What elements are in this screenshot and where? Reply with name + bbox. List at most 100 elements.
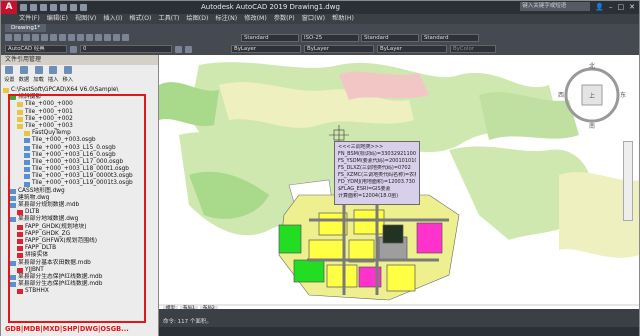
command-line[interactable]: 命令: 117 个面积。 xyxy=(159,309,639,327)
saveas-icon[interactable] xyxy=(50,4,57,11)
autocad-logo-icon[interactable]: A xyxy=(1,1,17,14)
save-icon[interactable] xyxy=(40,4,47,11)
quick-access-toolbar xyxy=(20,4,87,11)
tree-node-label: YJJBNT xyxy=(25,266,44,273)
tree-node[interactable]: 倾斜摄影 xyxy=(3,94,156,101)
tree-node[interactable]: Tile_+000_+003_L18_000t1.osgb xyxy=(3,166,156,173)
cut-icon[interactable] xyxy=(50,34,57,41)
tree-node[interactable]: Tile_+000_+001 xyxy=(3,109,156,116)
new-icon[interactable] xyxy=(5,34,12,41)
menu-parametric[interactable]: 参数(P) xyxy=(274,14,295,24)
close-button[interactable]: ✕ xyxy=(629,3,635,11)
file-icon xyxy=(24,138,30,144)
tree-node-label: 某县部分规划数据.mdb xyxy=(18,202,80,208)
menu-draw[interactable]: 绘图(D) xyxy=(186,14,208,24)
undo-icon[interactable] xyxy=(86,34,93,41)
tree-node[interactable]: 某县部分规划数据.mdb xyxy=(3,202,156,209)
layer-select[interactable]: 0 xyxy=(80,45,172,53)
preview-icon[interactable] xyxy=(41,34,48,41)
search-input[interactable]: 键入关键字或短语 xyxy=(520,2,591,11)
tree-node[interactable]: Tile_+000_+003_L15_0.osgb xyxy=(3,145,156,152)
menu-format[interactable]: 格式(O) xyxy=(129,14,151,24)
menu-dimension[interactable]: 标注(N) xyxy=(215,14,237,24)
menu-modify[interactable]: 修改(M) xyxy=(244,14,267,24)
paste-icon[interactable] xyxy=(68,34,75,41)
navigation-bar[interactable] xyxy=(623,141,633,221)
tree-node[interactable]: Tile_+000_+003_L19_0001t3.osgb xyxy=(3,180,156,187)
tree-node[interactable]: YJJBNT xyxy=(3,267,156,274)
svg-text:东: 东 xyxy=(620,91,626,99)
tree-node[interactable]: Tile_+000_+003 xyxy=(3,123,156,130)
viewcube[interactable]: 北 南 西 东 上 xyxy=(556,59,628,131)
tree-node-label: Tile_+000_+001 xyxy=(25,108,73,115)
open-icon[interactable] xyxy=(14,34,21,41)
menu-help[interactable]: 帮助(H) xyxy=(332,14,354,24)
multileader-style-select[interactable]: Standard xyxy=(421,33,479,42)
layer-previous-icon[interactable] xyxy=(175,45,182,53)
move-in-button[interactable]: 移入 xyxy=(62,66,73,85)
insert-button[interactable]: 插入 xyxy=(48,66,58,85)
tree-node[interactable]: 某县部分基本农田数据.mdb xyxy=(3,260,156,267)
menu-insert[interactable]: 插入(I) xyxy=(103,14,122,24)
open-icon[interactable] xyxy=(30,4,37,11)
tree-node[interactable]: 建筑物.dwg xyxy=(3,195,156,202)
tree-node[interactable]: FAPP_GHDK_ZG xyxy=(3,231,156,238)
tab-drawing1[interactable]: Drawing1* xyxy=(5,24,47,32)
workspace-select[interactable]: AutoCAD 经典 xyxy=(5,45,67,53)
tree-node[interactable]: 某县部分生态保护红线数据.mdb xyxy=(3,281,156,288)
lineweight-select[interactable]: ByLayer xyxy=(377,45,447,53)
tree-node-label: 拼接实体 xyxy=(25,252,49,259)
menu-tools[interactable]: 工具(T) xyxy=(158,14,179,24)
tree-node[interactable]: FastQuyTemp xyxy=(3,130,156,137)
user-icon[interactable]: 👤 xyxy=(595,3,604,11)
color-select[interactable]: ByLayer xyxy=(231,45,301,53)
tree-node[interactable]: Tile_+000_+003_L17_000.osgb xyxy=(3,159,156,166)
tree-node[interactable]: FAPP_GHFWX(规划范围线) xyxy=(3,238,156,245)
table-style-select[interactable]: Standard xyxy=(361,33,419,42)
tree-node[interactable]: CASS地形图.dwg xyxy=(3,188,156,195)
maximize-button[interactable]: □ xyxy=(618,3,625,11)
text-style-select[interactable]: Standard xyxy=(241,33,299,42)
save-icon[interactable] xyxy=(23,34,30,41)
tree-node[interactable]: STBHHX xyxy=(3,288,156,295)
redo-icon[interactable] xyxy=(95,34,102,41)
standard-toolbar: Standard ISO-25 Standard Standard xyxy=(1,32,639,43)
new-icon[interactable] xyxy=(20,4,27,11)
tree-node[interactable]: 某县部分生态保护红线数据.mdb xyxy=(3,274,156,281)
copy-icon[interactable] xyxy=(59,34,66,41)
tree-node[interactable]: 某县部分地域数据.dwg xyxy=(3,216,156,223)
tree-node[interactable]: Tile_+000_+003.osgb xyxy=(3,137,156,144)
popup-line: FS_XZMC(三调地类代码名称)=农村宅基地 xyxy=(338,172,416,178)
make-current-icon[interactable] xyxy=(185,45,192,53)
settings-button[interactable]: 设置 xyxy=(4,66,15,85)
file-icon xyxy=(10,260,16,266)
print-icon[interactable] xyxy=(60,4,67,11)
minimize-button[interactable]: – xyxy=(609,3,613,11)
popup-line: $FLAG_ESRI=GIS要素 xyxy=(338,186,391,192)
undo-icon[interactable] xyxy=(70,4,77,11)
data-button[interactable]: 数据 xyxy=(19,66,29,85)
tree-node[interactable]: FAPP_GHDK(规划地块) xyxy=(3,224,156,231)
tree-node[interactable]: Tile_+000_+003_L19_0000t3.osgb xyxy=(3,173,156,180)
menu-file[interactable]: 文件(F) xyxy=(19,14,40,24)
tree-node[interactable]: Tile_+000_+003_L16_0.osgb xyxy=(3,152,156,159)
menu-edit[interactable]: 编辑(E) xyxy=(47,14,68,24)
dim-style-select[interactable]: ISO-25 xyxy=(301,33,359,42)
menu-window[interactable]: 窗口(W) xyxy=(302,14,325,24)
redo-icon[interactable] xyxy=(80,4,87,11)
linetype-select[interactable]: ByLayer xyxy=(304,45,374,53)
layer-properties-icon[interactable] xyxy=(70,45,77,53)
zoom-icon[interactable] xyxy=(113,34,120,41)
pan-icon[interactable] xyxy=(104,34,111,41)
tree-node-label: FAPP_GHDK(规划地块) xyxy=(25,223,87,230)
plot-icon[interactable] xyxy=(32,34,39,41)
menu-view[interactable]: 视图(V) xyxy=(75,14,96,24)
plot-style-select[interactable]: ByColor xyxy=(450,45,496,53)
tree-node-label: Tile_+000_+000 xyxy=(25,101,73,108)
match-icon[interactable] xyxy=(77,34,84,41)
load-button[interactable]: 加载 xyxy=(33,66,44,85)
tree-node[interactable]: Tile_+000_+000 xyxy=(3,101,156,108)
properties-icon[interactable] xyxy=(122,34,129,41)
tree-node[interactable]: Tile_+000_+002 xyxy=(3,116,156,123)
tree-node[interactable]: 拼接实体 xyxy=(3,252,156,259)
